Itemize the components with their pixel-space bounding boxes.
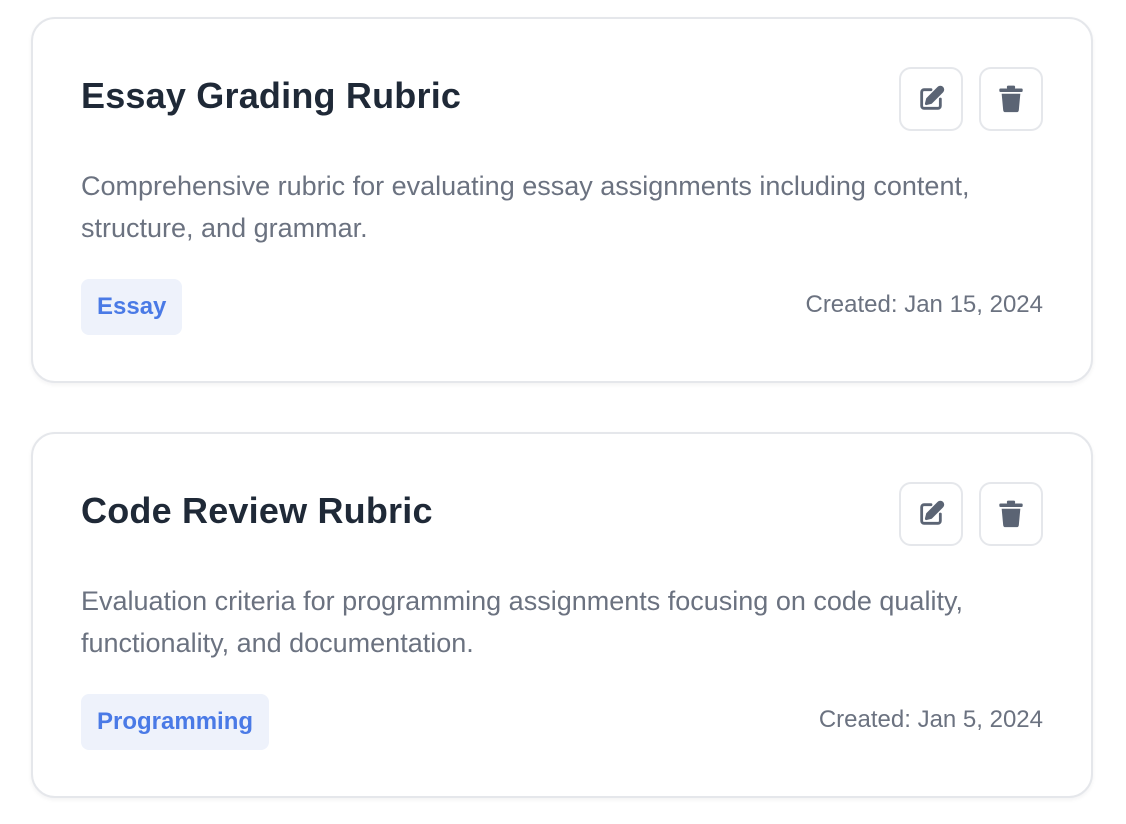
edit-icon	[917, 85, 945, 113]
trash-icon	[998, 500, 1024, 528]
created-date: Created: Jan 15, 2024	[805, 291, 1043, 318]
rubric-card[interactable]: Code Review Rubric Evaluation criteria f…	[31, 432, 1093, 798]
rubric-actions	[899, 67, 1043, 131]
rubric-card[interactable]: Essay Grading Rubric Comprehensive rubri…	[31, 17, 1093, 383]
rubric-actions	[899, 482, 1043, 546]
rubric-description: Evaluation criteria for programming assi…	[81, 586, 963, 658]
edit-button[interactable]	[899, 482, 963, 546]
edit-button[interactable]	[899, 67, 963, 131]
rubric-title: Essay Grading Rubric	[81, 75, 462, 116]
rubric-description: Comprehensive rubric for evaluating essa…	[81, 171, 970, 243]
delete-button[interactable]	[979, 67, 1043, 131]
category-tag: Essay	[81, 279, 183, 335]
trash-icon	[998, 85, 1024, 113]
rubric-title: Code Review Rubric	[81, 490, 433, 531]
edit-icon	[917, 500, 945, 528]
delete-button[interactable]	[979, 482, 1043, 546]
created-date: Created: Jan 5, 2024	[818, 706, 1043, 733]
category-tag: Programming	[81, 694, 270, 750]
rubric-list: Essay Grading Rubric Comprehensive rubri…	[0, 0, 1126, 824]
